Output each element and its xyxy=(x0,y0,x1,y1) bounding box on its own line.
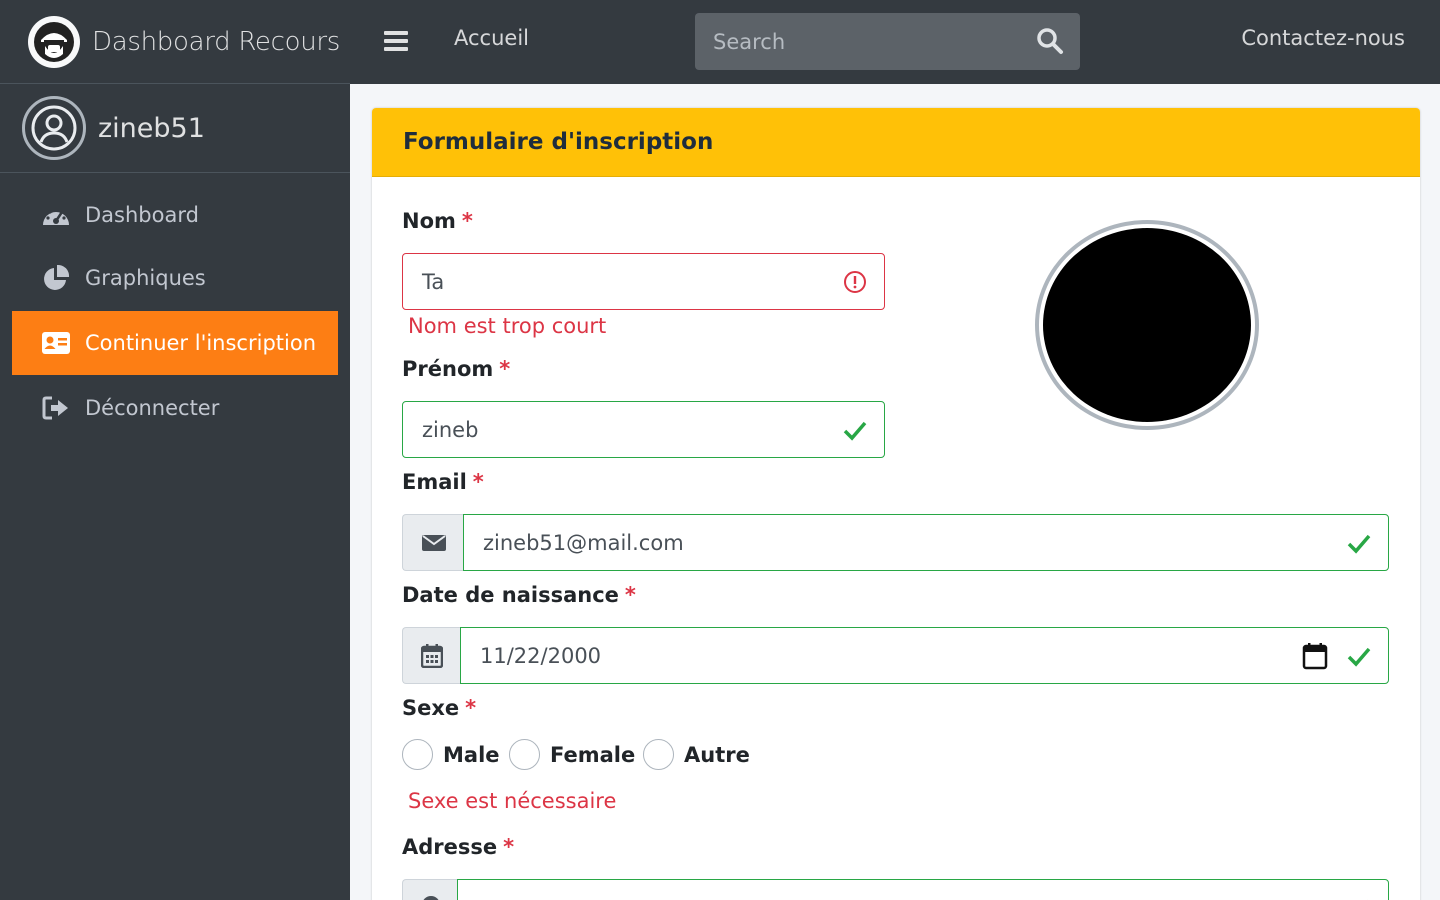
registration-card: Formulaire d'inscription Nom * Ta Nom est… xyxy=(372,108,1420,900)
pie-chart-icon xyxy=(40,264,72,291)
top-navbar: Accueil Contactez-nous xyxy=(350,0,1440,84)
adresse-input[interactable] xyxy=(457,879,1389,900)
id-card-icon xyxy=(40,330,72,356)
search-box xyxy=(695,13,1080,70)
sexe-error: Sexe est nécessaire xyxy=(408,789,617,813)
profile-photo[interactable] xyxy=(1035,220,1259,430)
nom-input[interactable]: Ta xyxy=(402,253,885,310)
hamburger-menu-icon[interactable] xyxy=(384,28,408,54)
nom-error: Nom est trop court xyxy=(408,314,607,338)
email-value: zineb51@mail.com xyxy=(483,530,684,555)
card-title: Formulaire d'inscription xyxy=(403,129,714,155)
check-icon xyxy=(1346,895,1372,900)
sidebar-item-label: Graphiques xyxy=(85,266,206,290)
radio-button[interactable] xyxy=(509,739,540,770)
brand-logo-icon xyxy=(28,15,80,68)
sidebar-item-label: Déconnecter xyxy=(85,396,220,420)
date-input[interactable]: 11/22/2000 xyxy=(460,627,1389,684)
tachometer-icon xyxy=(40,202,72,228)
error-icon xyxy=(842,269,868,295)
user-name: zineb51 xyxy=(98,112,205,144)
nom-label: Nom * xyxy=(402,209,473,233)
nom-value: Ta xyxy=(422,269,445,294)
sidebar-item-graphiques[interactable]: Graphiques xyxy=(12,248,338,308)
radio-button[interactable] xyxy=(402,739,433,770)
date-label: Date de naissance * xyxy=(402,583,636,607)
sidebar-item-deconnecter[interactable]: Déconnecter xyxy=(12,378,338,438)
prenom-label: Prénom * xyxy=(402,357,511,381)
sidebar: Dashboard Recours zineb51 Dashboard Grap… xyxy=(0,0,350,900)
sexe-label: Sexe * xyxy=(402,696,477,720)
calendar-addon-icon xyxy=(402,627,461,684)
map-marker-icon xyxy=(402,879,458,900)
search-input[interactable] xyxy=(695,13,1015,70)
sidebar-item-label: Dashboard xyxy=(85,203,199,227)
envelope-icon xyxy=(402,514,464,571)
radio-button[interactable] xyxy=(643,739,674,770)
check-icon xyxy=(842,417,868,443)
radio-autre[interactable]: Autre xyxy=(643,739,750,770)
sidebar-item-label: Continuer l'inscription xyxy=(85,331,316,355)
user-avatar-icon xyxy=(22,96,86,160)
radio-male[interactable]: Male xyxy=(402,739,500,770)
brand-link[interactable]: Dashboard Recours xyxy=(0,0,350,84)
check-icon xyxy=(1346,530,1372,556)
sidebar-item-dashboard[interactable]: Dashboard xyxy=(12,185,338,245)
email-label: Email * xyxy=(402,470,484,494)
prenom-input[interactable]: zineb xyxy=(402,401,885,458)
email-input[interactable]: zineb51@mail.com xyxy=(463,514,1389,571)
sign-out-icon xyxy=(40,395,72,421)
sidebar-item-continuer-inscription[interactable]: Continuer l'inscription xyxy=(12,311,338,375)
date-value: 11/22/2000 xyxy=(480,643,602,668)
nav-link-accueil[interactable]: Accueil xyxy=(454,26,529,50)
prenom-value: zineb xyxy=(422,417,479,442)
brand-title: Dashboard Recours xyxy=(92,26,341,57)
sidebar-nav: Dashboard Graphiques Continuer l'inscrip… xyxy=(0,173,350,438)
card-header: Formulaire d'inscription xyxy=(372,108,1420,177)
radio-female[interactable]: Female xyxy=(509,739,635,770)
adresse-label: Adresse * xyxy=(402,835,515,859)
user-panel[interactable]: zineb51 xyxy=(0,84,350,173)
check-icon xyxy=(1346,643,1372,669)
search-icon[interactable] xyxy=(1036,27,1064,55)
nav-link-contact[interactable]: Contactez-nous xyxy=(1241,26,1405,50)
calendar-picker-icon[interactable] xyxy=(1302,642,1328,674)
